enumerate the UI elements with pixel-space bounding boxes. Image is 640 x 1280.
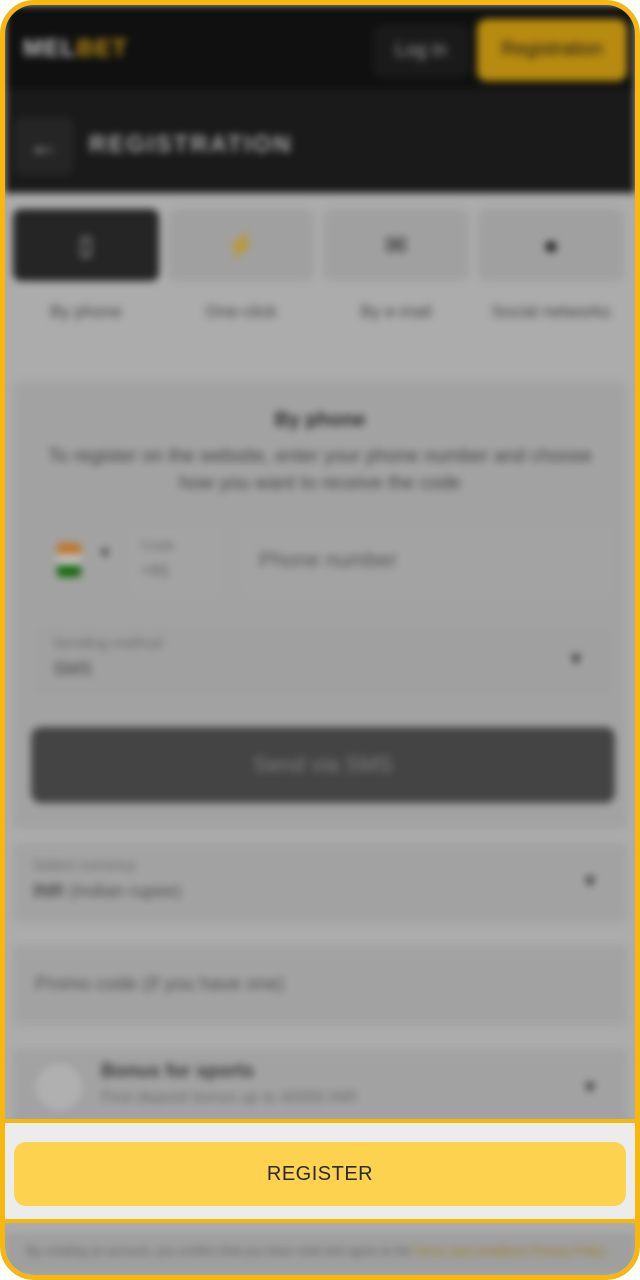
register-button[interactable]: REGISTER [14, 1142, 626, 1206]
register-panel: REGISTER [5, 1119, 635, 1223]
dim-overlay [5, 5, 635, 1275]
phone-frame: MELBET Log in Registration ← REGISTRATIO… [0, 0, 640, 1280]
